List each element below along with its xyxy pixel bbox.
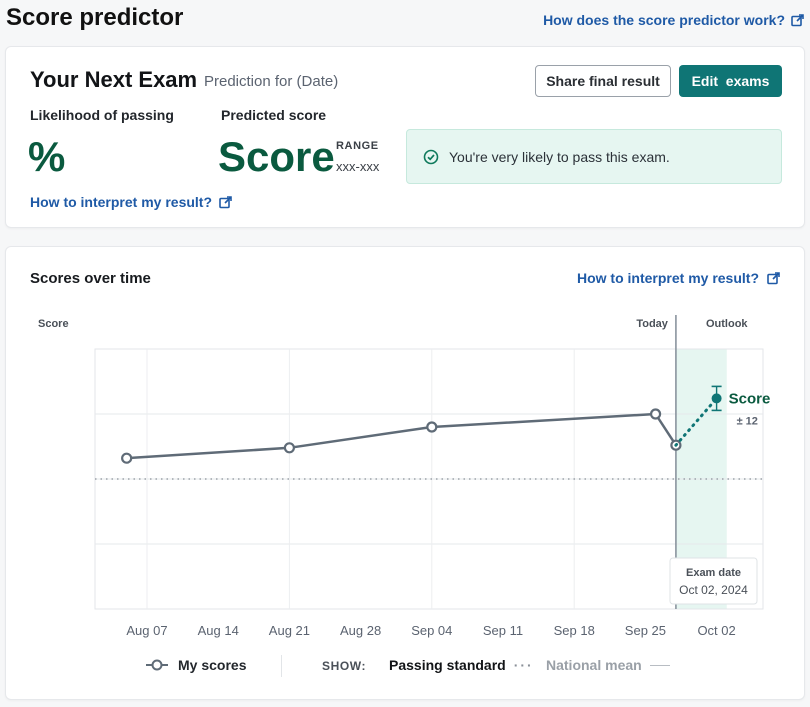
- likelihood-label: Likelihood of passing: [30, 107, 174, 123]
- line-marker-icon: [146, 659, 168, 671]
- legend-my-scores-label: My scores: [178, 657, 247, 673]
- x-tick-label: Sep 18: [554, 623, 595, 638]
- x-tick-label: Sep 11: [483, 623, 523, 638]
- prediction-date: Prediction for (Date): [204, 73, 339, 90]
- x-tick-label: Aug 14: [198, 623, 239, 638]
- prediction-summary-card: Your Next Exam Prediction for (Date) Sha…: [5, 46, 805, 228]
- x-tick-label: Oct 02: [697, 623, 735, 638]
- projection-point: [711, 393, 722, 404]
- legend-national-mean-label: National mean: [546, 657, 642, 673]
- legend-passing-standard-label: Passing standard: [389, 657, 506, 673]
- scores-chart: Score Today Outlook Score ± 12 Exam date Oct 0…: [38, 315, 771, 638]
- solid-line-icon: [649, 664, 670, 666]
- chart-legend: My scores SHOW: Passing standard ··· Nat…: [6, 651, 806, 681]
- legend-national-mean-toggle[interactable]: National mean: [546, 657, 670, 673]
- score-predictor-help-link[interactable]: How does the score predictor work?: [543, 12, 804, 28]
- x-tick-label: Aug 07: [126, 623, 167, 638]
- legend-divider: [281, 655, 282, 677]
- x-tick-label: Aug 21: [269, 623, 310, 638]
- check-circle-icon: [423, 149, 439, 164]
- x-tick-label: Sep 25: [625, 623, 666, 638]
- alert-text: You're very likely to pass this exam.: [449, 148, 670, 165]
- outlook-label: Outlook: [706, 318, 748, 330]
- today-label: Today: [636, 318, 668, 330]
- x-tick-label: Aug 28: [340, 623, 381, 638]
- external-link-icon: [219, 195, 232, 208]
- edit-exams-button[interactable]: Edit exams: [679, 65, 782, 97]
- my-scores-line: [126, 412, 677, 460]
- range-label: RANGE: [336, 140, 379, 152]
- page-title: Score predictor: [6, 4, 184, 31]
- projection-margin: ± 12: [737, 415, 758, 427]
- share-final-result-button[interactable]: Share final result: [535, 65, 671, 97]
- predicted-score-value: Score: [218, 133, 335, 180]
- score-point: [121, 452, 133, 464]
- interpret-result-link[interactable]: How to interpret my result?: [30, 194, 232, 210]
- legend-passing-standard-toggle[interactable]: Passing standard ···: [389, 657, 534, 673]
- predicted-score-label: Predicted score: [221, 107, 327, 123]
- external-link-icon: [791, 13, 804, 26]
- interpret-link-label: How to interpret my result?: [30, 194, 213, 210]
- legend-my-scores[interactable]: My scores: [146, 657, 246, 673]
- scores-over-time-card: Scores over time How to interpret my res…: [5, 246, 805, 700]
- x-tick-label: Sep 04: [411, 623, 452, 638]
- help-link-label: How does the score predictor work?: [543, 12, 785, 28]
- score-point: [649, 408, 662, 420]
- likelihood-value: %: [28, 133, 66, 180]
- exam-date-value: Oct 02, 2024: [679, 583, 748, 597]
- dotted-line-icon: ···: [513, 657, 534, 673]
- exam-date-label: Exam date: [686, 567, 741, 579]
- score-point: [283, 442, 295, 454]
- exam-title: Your Next Exam: [30, 67, 198, 92]
- range-value: xxx-xxx: [336, 159, 380, 174]
- legend-show-label: SHOW:: [322, 659, 367, 673]
- pass-likelihood-alert: You're very likely to pass this exam.: [406, 129, 782, 184]
- y-axis-label: Score: [38, 318, 69, 330]
- score-point: [426, 421, 438, 433]
- projection-label: Score: [729, 390, 771, 407]
- exam-date-box: [669, 557, 758, 605]
